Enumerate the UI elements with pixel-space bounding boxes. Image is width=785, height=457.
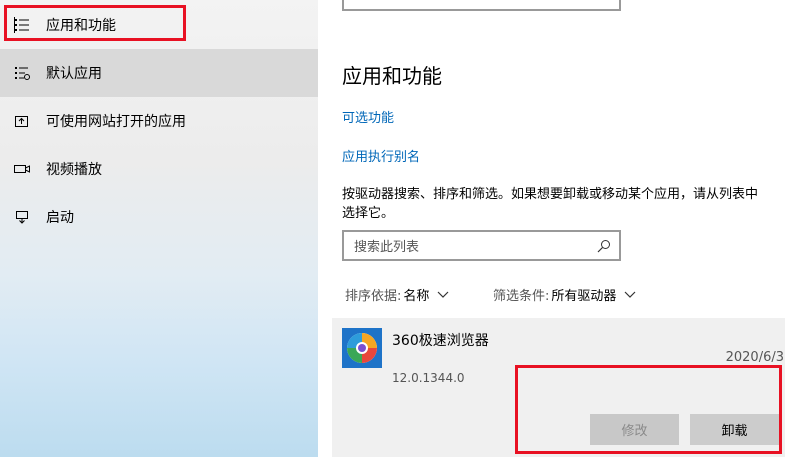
sidebar-item-apps-for-websites[interactable]: 可使用网站打开的应用 xyxy=(0,97,318,145)
search-input[interactable] xyxy=(352,236,591,258)
search-icon[interactable] xyxy=(597,238,611,253)
default-apps-icon xyxy=(13,64,31,82)
app-execution-aliases-link[interactable]: 应用执行别名 xyxy=(342,146,420,165)
video-icon xyxy=(13,160,31,178)
chevron-down-icon xyxy=(624,291,636,298)
description-line-2: 选择它。 xyxy=(342,206,395,221)
highlight-box-buttons xyxy=(515,365,782,454)
app-version: 12.0.1344.0 xyxy=(392,371,465,385)
description-line-1: 按驱动器搜索、排序和筛选。如果想要卸载或移动某个应用，请从列表中 xyxy=(342,187,759,202)
sidebar-item-video-playback[interactable]: 视频播放 xyxy=(0,145,318,193)
sidebar-item-label: 启动 xyxy=(46,210,74,226)
filter-value: 所有驱动器 xyxy=(551,289,617,304)
sidebar: 应用和功能 默认应用 可使用网站打开的应用 视频播放 启动 xyxy=(0,0,318,457)
sidebar-item-label: 可使用网站打开的应用 xyxy=(46,114,186,130)
chevron-down-icon xyxy=(437,291,449,298)
sort-dropdown[interactable]: 排序依据: 名称 xyxy=(345,285,449,304)
startup-icon xyxy=(13,208,31,226)
sidebar-item-label: 默认应用 xyxy=(46,66,102,82)
sidebar-item-label: 视频播放 xyxy=(46,162,102,178)
filter-dropdown[interactable]: 筛选条件: 所有驱动器 xyxy=(493,285,636,304)
highlight-box-sidebar xyxy=(4,5,186,41)
sidebar-item-startup[interactable]: 启动 xyxy=(0,193,318,241)
browser-app-icon xyxy=(342,328,382,368)
sort-label: 排序依据: xyxy=(345,289,402,304)
optional-features-link[interactable]: 可选功能 xyxy=(342,107,394,126)
filter-label: 筛选条件: xyxy=(493,289,550,304)
search-box[interactable] xyxy=(342,230,621,261)
page-title: 应用和功能 xyxy=(342,64,442,88)
app-install-date: 2020/6/3 xyxy=(725,350,784,365)
drive-select-box[interactable] xyxy=(342,0,621,11)
sort-value: 名称 xyxy=(403,289,430,304)
open-external-icon xyxy=(13,112,31,130)
sidebar-item-default-apps[interactable]: 默认应用 xyxy=(0,49,318,97)
app-name: 360极速浏览器 xyxy=(392,333,489,349)
description-text: 按驱动器搜索、排序和筛选。如果想要卸载或移动某个应用，请从列表中 选择它。 xyxy=(342,185,785,223)
